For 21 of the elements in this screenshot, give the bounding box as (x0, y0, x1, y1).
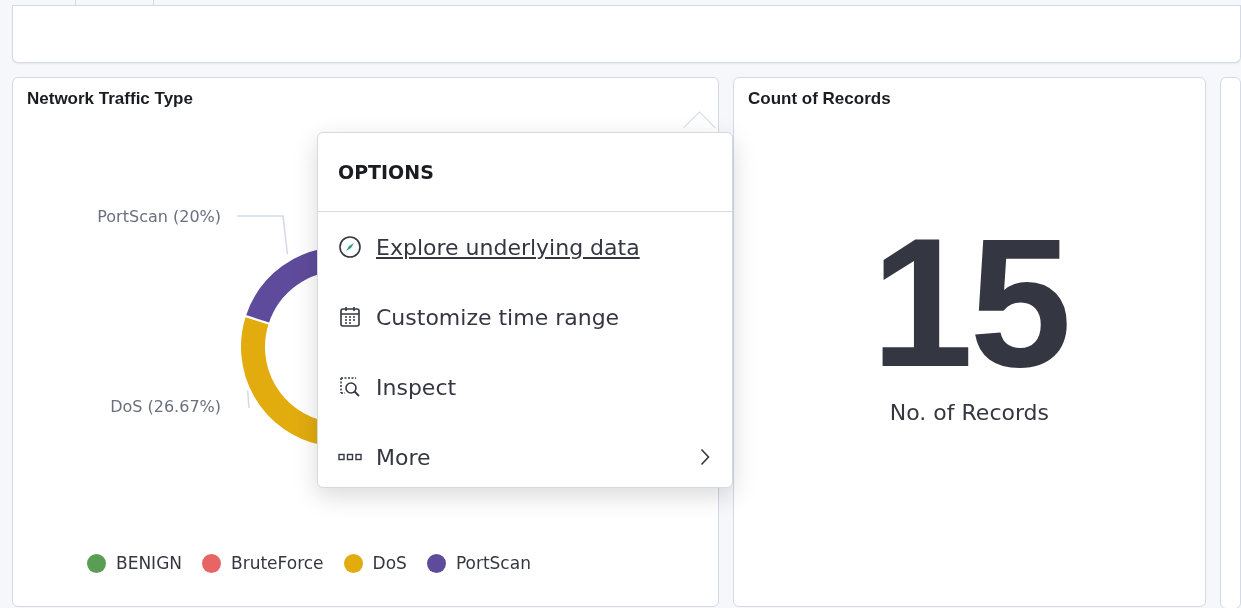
metric-caption: No. of Records (889, 400, 1050, 425)
legend-label[interactable]: DoS (372, 553, 407, 573)
inspect-icon (338, 375, 362, 399)
calendar-icon (338, 305, 362, 329)
leader-line (246, 389, 250, 409)
menu-item[interactable]: More (318, 422, 732, 492)
panel-title: Count of Records (747, 88, 892, 109)
legend-label[interactable]: BENIGN (116, 553, 183, 573)
menu-item[interactable]: Inspect (318, 352, 732, 422)
slice-label: DoS (26.67%) (110, 397, 221, 416)
leader-line (236, 215, 289, 256)
slice-label: PortScan (20%) (97, 207, 221, 226)
panel-title: Network Traffic Type (26, 88, 194, 109)
more-icon (338, 453, 362, 461)
menu-title: OPTIONS (338, 161, 434, 183)
metric-value: 15 (871, 210, 1068, 394)
legend-label[interactable]: BruteForce (231, 553, 324, 573)
menu-item[interactable]: Explore underlying data (318, 212, 732, 282)
compass-icon (338, 235, 362, 259)
menu-item[interactable]: Customize time range (318, 282, 732, 352)
legend-label[interactable]: PortScan (455, 553, 531, 573)
